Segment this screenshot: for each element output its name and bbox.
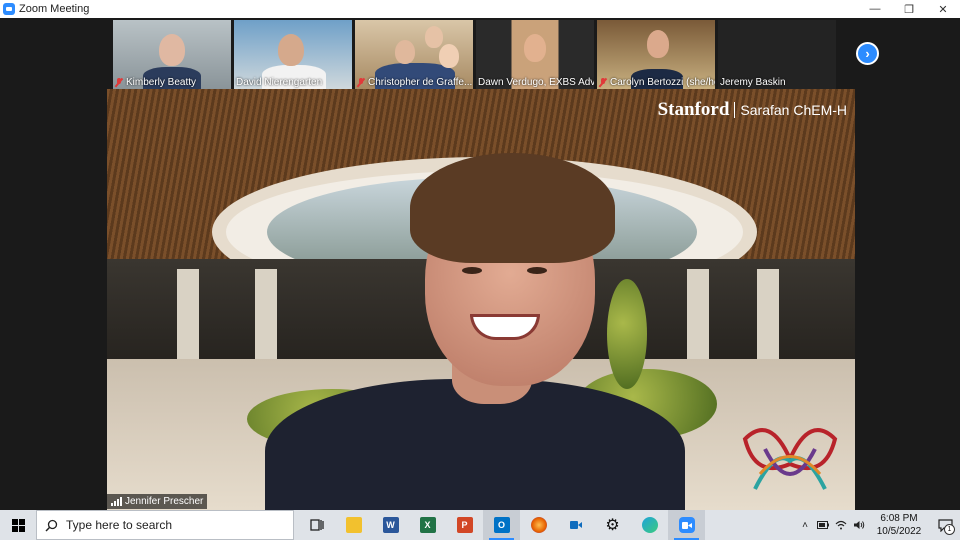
outlook-icon: O [493, 517, 510, 533]
system-tray: ˄ 6:08 PM 10/5/2022 1 [796, 510, 960, 540]
word-button[interactable]: W [372, 510, 409, 540]
windows-taskbar: W X P O ⚙ ˄ [0, 510, 960, 540]
edge-button[interactable] [631, 510, 668, 540]
next-page-button[interactable]: › [856, 42, 879, 65]
participant-strip: Kimberly Beatty David Nierengarten Chris… [113, 20, 836, 89]
wifi-icon[interactable] [832, 510, 850, 540]
search-input[interactable] [66, 518, 286, 532]
file-explorer-button[interactable] [335, 510, 372, 540]
task-view-icon [309, 519, 324, 531]
start-button[interactable] [0, 510, 36, 540]
meeting-area: Kimberly Beatty David Nierengarten Chris… [0, 18, 960, 510]
chevron-up-icon[interactable]: ˄ [796, 510, 814, 540]
participant-name: David Nierengarten [236, 77, 323, 88]
zoom-icon [678, 517, 695, 533]
window-title: Zoom Meeting [19, 3, 90, 15]
participant-tile[interactable]: Carolyn Bertozzi (she/her) [597, 20, 715, 89]
zoom-button[interactable] [668, 510, 705, 540]
participant-tile[interactable]: Kimberly Beatty [113, 20, 231, 89]
clock-time: 6:08 PM [880, 513, 918, 524]
zoom-app-icon [3, 3, 15, 15]
notifications-button[interactable]: 1 [930, 510, 960, 540]
gear-icon: ⚙ [605, 517, 620, 534]
settings-button[interactable]: ⚙ [594, 510, 631, 540]
speaker-volume-icon[interactable] [850, 510, 868, 540]
participant-tile[interactable]: David Nierengarten [234, 20, 352, 89]
speaker-name: Jennifer Prescher [125, 496, 204, 507]
title-bar: Zoom Meeting — ❐ ✕ [0, 0, 960, 18]
taskbar-search[interactable] [36, 510, 294, 540]
participant-tile[interactable]: Christopher de Graffe... [355, 20, 473, 89]
stanford-chemh-wordmark: Stanford Sarafan ChEM-H [658, 99, 847, 121]
firefox-icon [530, 517, 547, 533]
search-icon [45, 519, 58, 532]
excel-icon: X [419, 517, 436, 533]
windows-logo-icon [11, 518, 25, 532]
chevron-right-icon: › [865, 46, 870, 61]
task-view-button[interactable] [298, 510, 335, 540]
participant-name: Dawn Verdugo, EXBS Advi... [478, 77, 594, 88]
video-camera-icon [569, 521, 582, 529]
powerpoint-icon: P [456, 517, 473, 533]
taskbar-clock[interactable]: 6:08 PM 10/5/2022 [868, 512, 930, 538]
notification-count: 1 [944, 524, 955, 535]
outlook-button[interactable]: O [483, 510, 520, 540]
firefox-button[interactable] [520, 510, 557, 540]
powerpoint-button[interactable]: P [446, 510, 483, 540]
speaker-name-tag: Jennifer Prescher [107, 494, 208, 509]
signal-bars-icon [111, 496, 122, 506]
battery-icon[interactable] [814, 510, 832, 540]
microphone-muted-icon [599, 78, 607, 87]
unit-name: Sarafan ChEM-H [740, 102, 847, 118]
minimize-button[interactable]: — [858, 0, 892, 18]
participant-name: Kimberly Beatty [126, 77, 197, 88]
word-icon: W [382, 517, 399, 533]
clock-date: 10/5/2022 [876, 526, 922, 537]
stanford-brand: Stanford [657, 99, 730, 120]
restore-button[interactable]: ❐ [892, 0, 926, 18]
microphone-muted-icon [357, 78, 365, 87]
participant-name: Jeremy Baskin [720, 77, 786, 88]
folder-icon [345, 517, 362, 533]
participant-name: Carolyn Bertozzi (she/her) [610, 77, 715, 88]
participant-name: Christopher de Graffe... [368, 77, 473, 88]
participant-tile[interactable]: Jeremy Baskin [718, 20, 836, 89]
excel-button[interactable]: X [409, 510, 446, 540]
participant-tile[interactable]: Dawn Verdugo, EXBS Advi... [476, 20, 594, 89]
active-speaker-video[interactable]: Stanford Sarafan ChEM-H [107, 89, 855, 510]
edge-icon [641, 517, 658, 533]
microphone-muted-icon [115, 78, 123, 87]
meet-button[interactable] [557, 510, 594, 540]
close-button[interactable]: ✕ [926, 0, 960, 18]
window-controls: — ❐ ✕ [858, 0, 960, 18]
taskbar-apps: W X P O ⚙ [298, 510, 705, 540]
chem-h-logo-icon [742, 428, 838, 490]
